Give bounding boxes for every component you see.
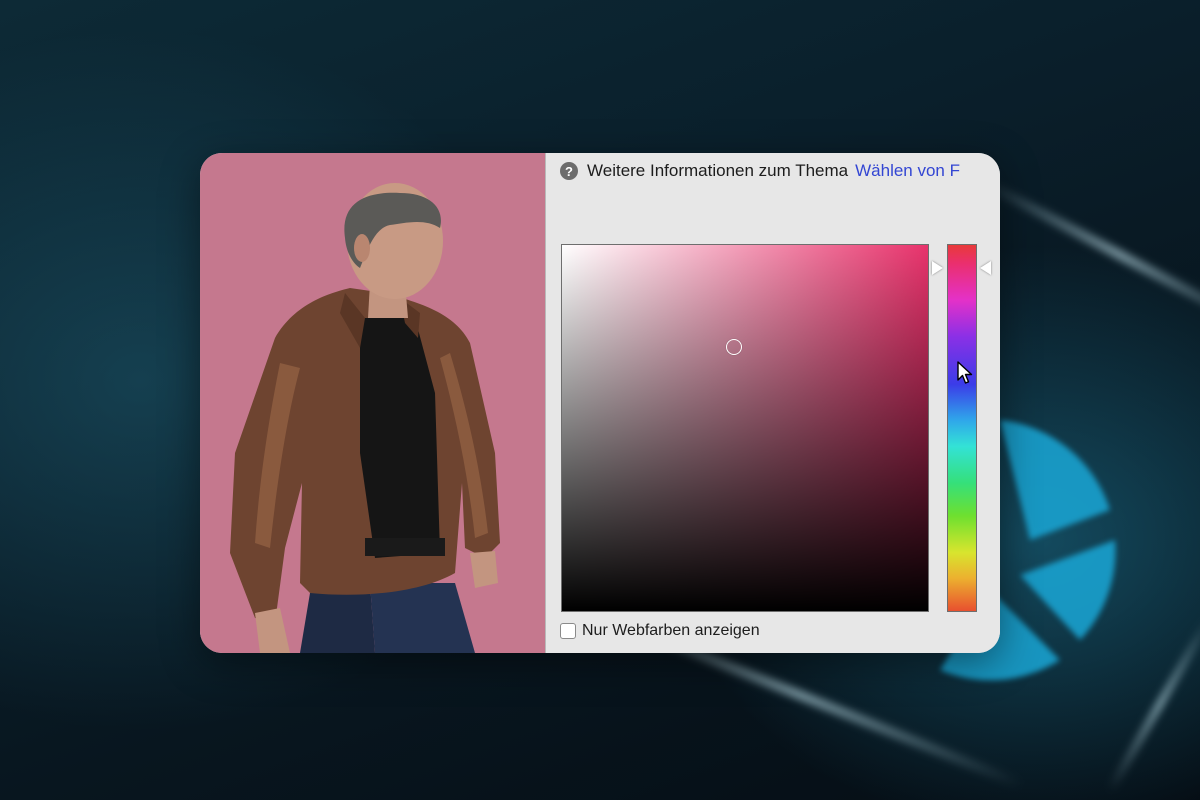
light-streak [976, 175, 1200, 335]
help-link[interactable]: Wählen von F [855, 161, 960, 181]
hue-slider-right-arrow-icon[interactable] [980, 261, 991, 275]
help-text: Weitere Informationen zum Thema [587, 161, 849, 180]
hue-slider-left-arrow-icon[interactable] [932, 261, 943, 275]
web-colors-option[interactable]: Nur Webfarben anzeigen [560, 622, 760, 640]
screenshot-card: ? Weitere Informationen zum Thema Wählen… [200, 153, 1000, 653]
saturation-brightness-field[interactable] [561, 244, 929, 612]
photo-preview [200, 153, 545, 653]
web-colors-label: Nur Webfarben anzeigen [582, 622, 760, 639]
person-photo [230, 183, 500, 653]
web-colors-checkbox[interactable] [560, 623, 576, 639]
color-picker-panel: ? Weitere Informationen zum Thema Wählen… [545, 153, 1000, 653]
light-streak [1106, 615, 1200, 793]
mouse-pointer-icon [957, 361, 973, 384]
help-row: ? Weitere Informationen zum Thema Wählen… [560, 159, 960, 183]
question-icon[interactable]: ? [560, 162, 578, 180]
color-selection-cursor[interactable] [726, 339, 742, 355]
hue-slider[interactable] [947, 244, 977, 612]
